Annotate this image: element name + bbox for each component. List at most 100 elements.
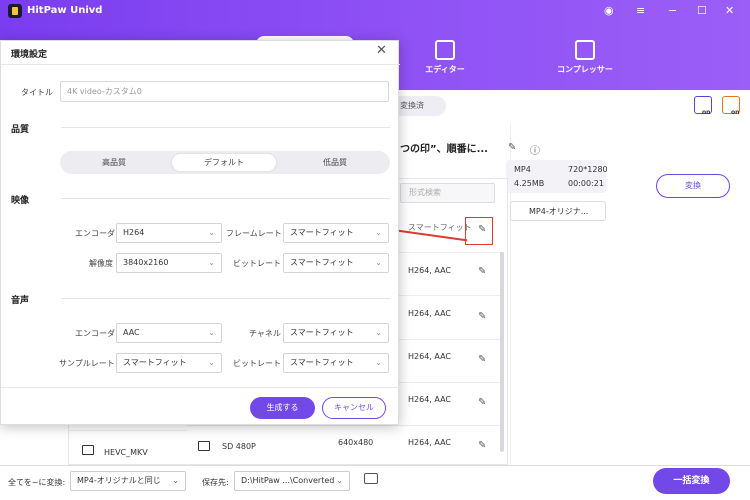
file-resolution: 720*1280 [568,165,608,174]
output-format-select[interactable]: MP4-オリジナ... [510,201,606,221]
highlight-box [465,217,493,245]
edit-row-icon[interactable]: ✎ [478,354,486,365]
modal-divider [1,64,400,65]
format-search-input[interactable]: 形式検索 [400,183,495,203]
app-title: HitPaw Univd [27,5,103,16]
hardware-accel-on: on [702,109,711,116]
samplerate-label: サンプルレート [59,359,115,368]
minimize-icon[interactable]: − [668,4,677,17]
row-codec: H264, AAC [408,309,451,318]
samplerate-value: スマートフィット [123,358,187,367]
format-column-header: スマートフィット [408,223,472,232]
edit-row-icon[interactable]: ✎ [478,311,486,322]
chevron-down-icon: ⌄ [208,228,215,237]
framerate-label: フレームレート [226,229,282,238]
edit-row-icon[interactable]: ✎ [478,397,486,408]
format-scrollbar[interactable] [500,252,504,452]
row-codec: H264, AAC [408,438,451,447]
app-logo [8,4,22,18]
folder-icon[interactable] [364,473,378,484]
save-label: 保存先: [202,478,229,487]
batch-convert-button[interactable]: 一括変換 [653,468,730,494]
modal-title: 環境設定 [11,50,48,60]
title-input[interactable]: 4K video-カスタム0 [60,81,389,102]
video-bitrate-label: ビットレート [233,259,281,268]
editor-icon [435,40,455,60]
samplerate-select[interactable]: スマートフィット ⌄ [116,353,222,373]
save-path-select[interactable]: D:\HitPaw ...\Converted ⌄ [234,471,350,491]
channel-label: チャネル [249,329,281,338]
row-codec: H264, AAC [408,395,451,404]
framerate-select[interactable]: スマートフィット ⌄ [283,223,389,243]
row-resolution: 640x480 [338,438,374,447]
format-category-label: HEVC_MKV [104,448,148,457]
row-codec: H264, AAC [408,266,451,275]
resolution-label: 解像度 [89,259,113,268]
framerate-value: スマートフィット [290,228,354,237]
modal-footer-divider [1,387,400,388]
account-icon[interactable]: ◉ [604,4,614,17]
tab-compressor[interactable]: コンプレッサー [550,40,620,75]
file-duration: 00:00:21 [568,179,604,188]
chevron-down-icon: ⌄ [208,328,215,337]
maximize-icon[interactable]: ☐ [697,4,707,17]
resolution-select[interactable]: 3840x2160 ⌄ [116,253,222,273]
save-path-value: D:\HitPaw ...\Converted [241,476,335,485]
row-divider [187,425,504,426]
resolution-value: 3840x2160 [123,258,169,267]
file-size: 4.25MB [514,179,545,188]
chevron-down-icon: ⌄ [375,228,382,237]
audio-encoder-label: エンコーダ [75,329,115,338]
row-name: SD 480P [222,442,256,451]
video-format-icon [198,441,210,451]
compressor-icon [575,40,595,60]
audio-encoder-value: AAC [123,328,140,337]
section-divider [61,198,390,199]
menu-icon[interactable]: ≡ [636,4,645,17]
audio-bitrate-label: ビットレート [233,359,281,368]
section-divider [61,127,390,128]
info-icon[interactable]: ⓘ [530,142,540,157]
edit-title-icon[interactable]: ✎ [508,142,516,153]
chevron-down-icon: ⌄ [208,258,215,267]
close-window-icon[interactable]: ✕ [725,4,734,17]
channel-value: スマートフィット [290,328,354,337]
video-bitrate-value: スマートフィット [290,258,354,267]
edit-row-icon[interactable]: ✎ [478,440,486,451]
create-button[interactable]: 生成する [250,397,315,419]
file-format: MP4 [514,165,531,174]
cancel-button[interactable]: キャンセル [322,397,386,419]
video-format-icon [82,445,94,455]
convert-all-label: 全てを~に変換: [8,478,66,487]
video-encoder-label: エンコーダ [75,229,115,238]
video-heading: 映像 [11,196,30,206]
tab-editor[interactable]: エディター [420,40,470,75]
section-divider [61,298,390,299]
tab-editor-label: エディター [425,65,465,74]
edit-row-icon[interactable]: ✎ [478,266,486,277]
channel-select[interactable]: スマートフィット ⌄ [283,323,389,343]
output-format-value: MP4-オリジナ... [529,207,589,216]
audio-encoder-select[interactable]: AAC ⌄ [116,323,222,343]
chevron-down-icon: ⌄ [208,358,215,367]
convert-all-value: MP4-オリジナルと同じ [77,476,161,485]
chevron-down-icon: ⌄ [375,258,382,267]
quality-default[interactable]: デフォルト [172,154,276,171]
chevron-down-icon: ⌄ [172,476,179,485]
lightning-on: on [731,109,740,116]
chevron-down-icon: ⌄ [336,476,343,485]
video-encoder-select[interactable]: H264 ⌄ [116,223,222,243]
chevron-down-icon: ⌄ [375,358,382,367]
convert-button[interactable]: 変換 [656,174,730,198]
audio-bitrate-select[interactable]: スマートフィット ⌄ [283,353,389,373]
file-title: つの印”、順番に... [400,144,488,155]
audio-bitrate-value: スマートフィット [290,358,354,367]
audio-heading: 音声 [11,296,30,306]
quality-low[interactable]: 低品質 [283,154,387,171]
quality-high[interactable]: 高品質 [62,154,166,171]
convert-all-select[interactable]: MP4-オリジナルと同じ ⌄ [70,471,186,491]
video-bitrate-select[interactable]: スマートフィット ⌄ [283,253,389,273]
close-icon[interactable]: ✕ [376,43,387,58]
quality-heading: 品質 [11,125,30,135]
tab-compressor-label: コンプレッサー [557,65,613,74]
